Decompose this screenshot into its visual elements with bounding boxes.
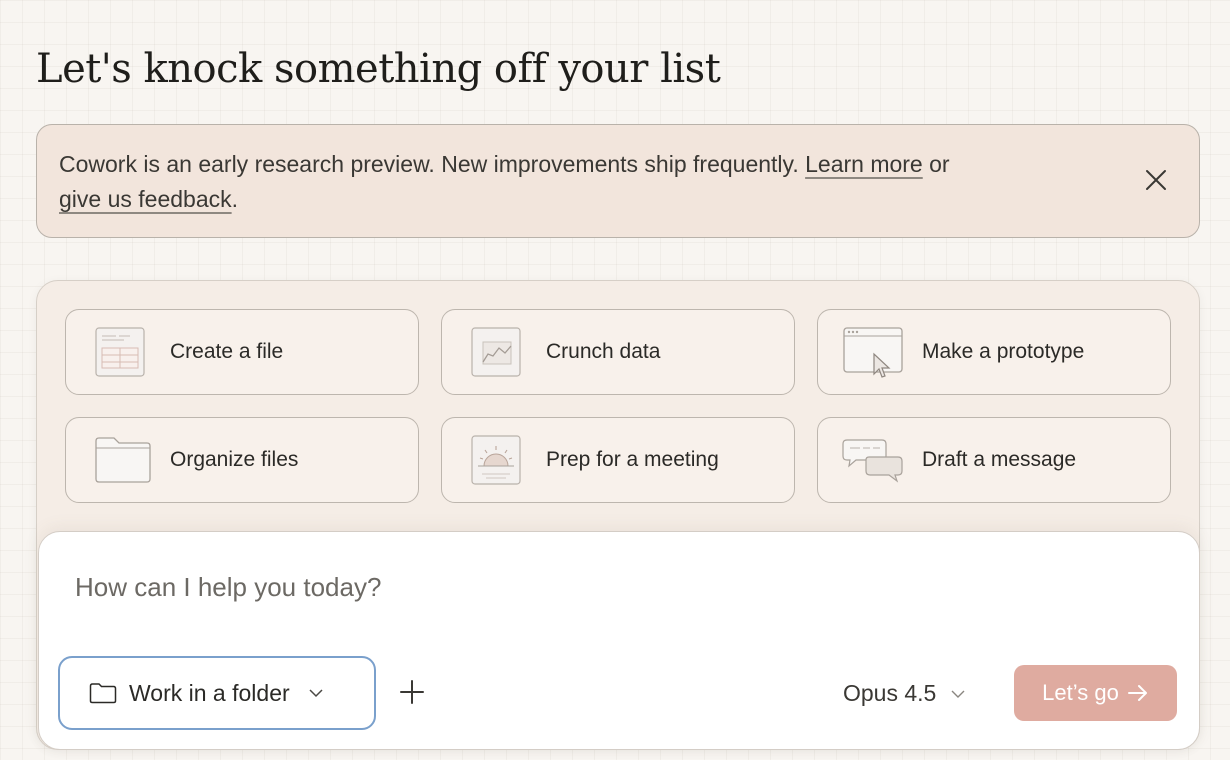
folder-icon	[95, 437, 151, 483]
composer: How can I help you today? Work in a fold…	[38, 531, 1200, 750]
work-in-folder-button[interactable]: Work in a folder	[58, 656, 376, 730]
close-icon	[1146, 170, 1166, 190]
model-selector[interactable]: Opus 4.5	[843, 680, 966, 707]
folder-button-label: Work in a folder	[129, 679, 290, 706]
task-label: Organize files	[170, 448, 299, 471]
banner-text: Cowork is an early research preview. New…	[59, 151, 799, 177]
learn-more-link[interactable]: Learn more	[805, 151, 923, 177]
task-label: Make a prototype	[922, 340, 1085, 363]
chevron-down-icon	[309, 689, 323, 698]
lets-go-button[interactable]: Let’s go	[1014, 665, 1177, 721]
feedback-link[interactable]: give us feedback	[59, 186, 232, 212]
sunrise-icon	[471, 435, 521, 485]
document-icon	[95, 327, 145, 377]
banner-or: or	[929, 151, 950, 177]
prompt-input[interactable]: How can I help you today?	[75, 572, 381, 603]
chevron-down-icon	[951, 690, 965, 698]
banner-period: .	[231, 186, 239, 212]
task-make-prototype[interactable]: Make a prototype	[817, 309, 1171, 395]
add-button[interactable]	[394, 672, 430, 712]
plus-icon	[400, 680, 424, 704]
preview-banner: Cowork is an early research preview. New…	[36, 124, 1200, 238]
browser-cursor-icon	[843, 327, 903, 378]
lets-go-label: Let’s go	[1042, 680, 1119, 705]
task-crunch-data[interactable]: Crunch data	[441, 309, 795, 395]
chat-bubbles-icon	[842, 439, 903, 483]
cowork-home: Let's knock something off your list Cowo…	[0, 0, 1230, 760]
task-organize-files[interactable]: Organize files	[65, 417, 419, 503]
task-label: Create a file	[170, 340, 284, 363]
folder-icon	[89, 683, 117, 704]
chart-icon	[471, 327, 521, 377]
task-label: Prep for a meeting	[546, 448, 719, 471]
banner-close-button[interactable]	[1141, 165, 1171, 195]
arrow-right-icon	[1127, 685, 1147, 701]
page-title: Let's knock something off your list	[36, 46, 721, 92]
task-prep-meeting[interactable]: Prep for a meeting	[441, 417, 795, 503]
task-draft-message[interactable]: Draft a message	[817, 417, 1171, 503]
task-label: Crunch data	[546, 340, 661, 363]
task-label: Draft a message	[922, 448, 1077, 471]
model-label: Opus 4.5	[843, 680, 937, 706]
task-create-file[interactable]: Create a file	[65, 309, 419, 395]
